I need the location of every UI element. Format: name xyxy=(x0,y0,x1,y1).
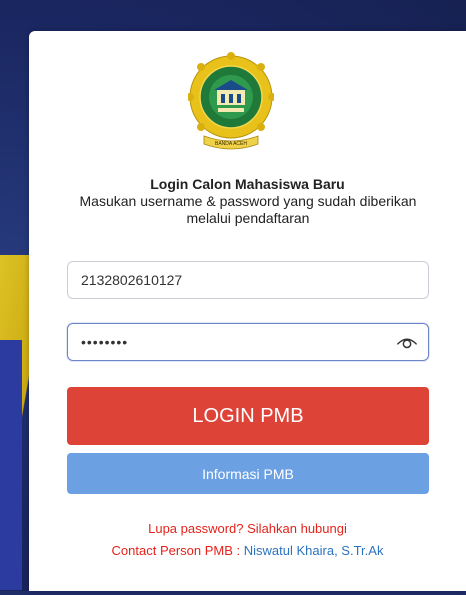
institution-logo: BANDA ACEH xyxy=(188,52,274,150)
contact-prefix: Contact Person PMB : xyxy=(111,543,244,558)
page-subtitle: Masukan username & password yang sudah d… xyxy=(79,193,417,226)
username-value: 2132802610127 xyxy=(81,272,183,288)
password-value: •••••••• xyxy=(81,334,129,350)
password-field[interactable]: •••••••• xyxy=(67,323,429,361)
contact-person-link[interactable]: Niswatul Khaira, S.Tr.Ak xyxy=(244,543,384,558)
background-decoration xyxy=(0,340,22,590)
logo-caption: BANDA ACEH xyxy=(215,141,247,147)
info-button[interactable]: Informasi PMB xyxy=(67,453,429,494)
page-title: Login Calon Mahasiswa Baru xyxy=(150,176,345,192)
login-button[interactable]: LOGIN PMB xyxy=(67,387,429,445)
forgot-password-text: Lupa password? Silahkan hubungi xyxy=(148,521,347,536)
contact-line: Contact Person PMB : Niswatul Khaira, S.… xyxy=(29,543,466,558)
username-field[interactable]: 2132802610127 xyxy=(67,261,429,299)
eye-icon[interactable] xyxy=(396,333,418,351)
